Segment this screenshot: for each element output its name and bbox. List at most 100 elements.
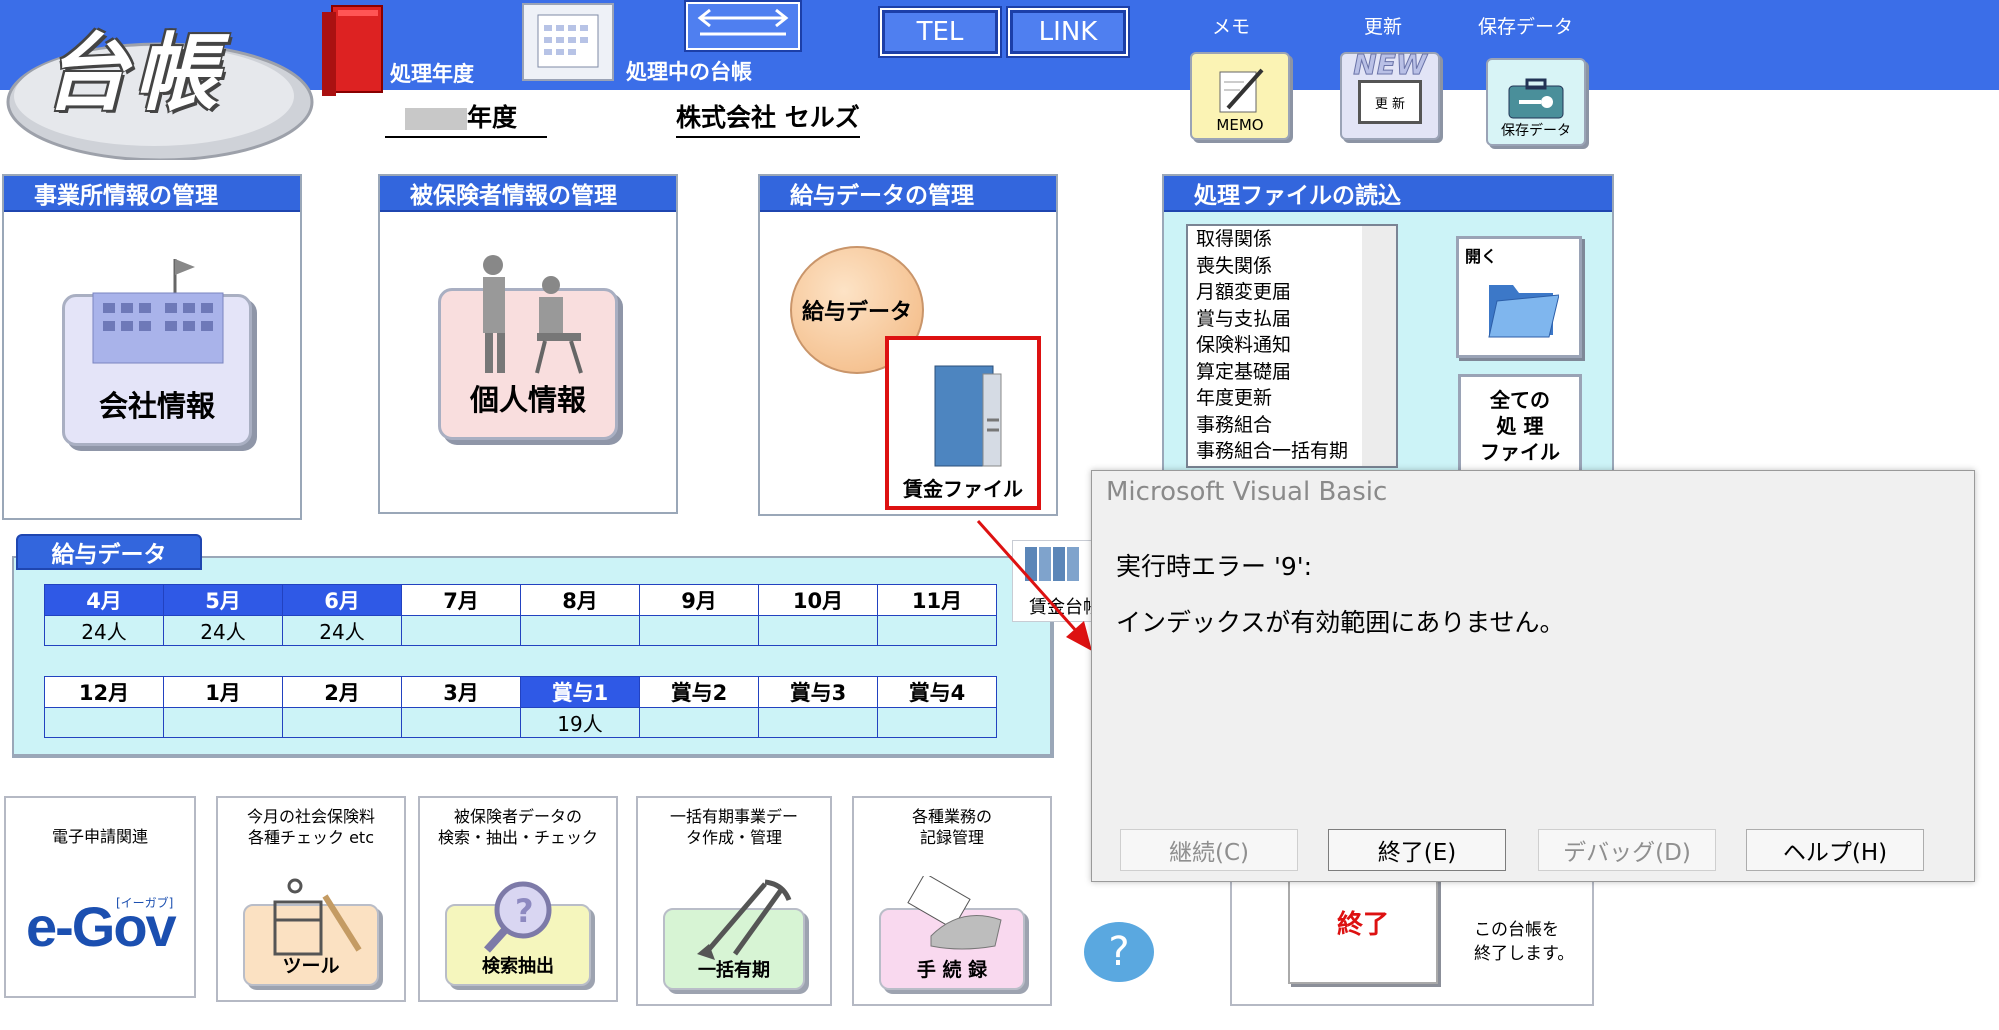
link-button[interactable]: LINK [1008,8,1128,56]
exit-label: 終了 [1336,910,1389,940]
swap-arrows-icon [697,8,789,36]
end-button[interactable]: 終了(E) [1328,829,1506,871]
all-files-button[interactable]: 全ての 処 理 ファイル [1458,374,1582,478]
search-tile[interactable]: 被保険者データの 検索・抽出・チェック ? 検索抽出 [418,796,618,1002]
month-cell[interactable]: 4月 [44,584,164,616]
headcount-cell [282,707,402,738]
svg-text:?: ? [515,892,534,930]
tools-icon [273,878,362,956]
e-gov-logo: [イーガブ] e-Gov [26,894,177,959]
redacted-year [405,108,467,130]
bonus-cell[interactable]: 賞与1 [520,676,640,708]
fiscal-year-label: 処理年度 [390,62,474,86]
e-gov-tile[interactable]: 電子申請関連 [イーガブ] e-Gov [4,796,196,998]
headcount-cell [877,707,997,738]
dialog-message: インデックスが有効範囲にありません。 [1116,608,1565,637]
wage-file-label: 賃金ファイル [903,477,1023,501]
insured-panel-title: 被保険者情報の管理 [380,176,676,212]
open-file-button[interactable]: 開く [1456,236,1582,358]
month-cell[interactable]: 9月 [639,584,759,616]
month-cell[interactable]: 3月 [401,676,521,708]
headcount-cell: 24人 [282,615,402,646]
dialog-error-line: 実行時エラー '9': [1116,552,1313,581]
dialog-help-button[interactable]: ヘルプ(H) [1746,829,1924,871]
month-cell[interactable]: 10月 [758,584,878,616]
headcount-cell: 24人 [44,615,164,646]
briefcase-key-icon [1508,78,1564,119]
headcount-cell [44,707,164,738]
company-name: 株式会社 セルズ [676,98,860,138]
bulk-term-button[interactable]: 一括有期 [663,879,805,990]
bonus-cell[interactable]: 賞与4 [877,676,997,708]
open-file-label: 開く [1465,247,1498,266]
memo-label: メモ [1212,16,1251,38]
wage-file-button[interactable]: 賃金ファイル [885,336,1041,510]
month-cell[interactable]: 7月 [401,584,521,616]
salary-data-label: 給与データ [801,300,912,325]
file-type-list[interactable]: 取得関係 喪失関係 月額変更届 賞与支払届 保険料通知 算定基礎届 年度更新 事… [1186,224,1398,468]
headcount-cell [758,707,878,738]
month-cell[interactable]: 2月 [282,676,402,708]
switch-ledger-button[interactable] [686,2,800,50]
search-extract-label: 検索抽出 [482,956,554,977]
update-button[interactable]: NEW 更 新 [1340,48,1440,140]
month-cell[interactable]: 5月 [163,584,283,616]
file-loader-title: 処理ファイルの読込 [1164,176,1612,212]
month-cell[interactable]: 12月 [44,676,164,708]
month-cell[interactable]: 1月 [163,676,283,708]
debug-button[interactable]: デバッグ(D) [1538,829,1716,871]
salary-table-row2: 12月 1月 2月 3月 賞与1 賞与2 賞与3 賞与4 19人 [44,676,997,738]
headcount-cell [401,615,521,646]
e-gov-sub: [イーガブ] [116,896,174,910]
all-files-label: 全ての 処 理 ファイル [1480,388,1560,464]
tile-title: 被保険者データの 検索・抽出・チェック [437,807,598,847]
tools-label: ツール [282,955,340,977]
tools-tile[interactable]: 今月の社会保険料 各種チェック etc ツール [216,796,406,1002]
fiscal-year-suffix: 年度 [467,103,518,132]
tile-title: 各種業務の 記録管理 [911,807,992,847]
people-icon [483,255,583,374]
records-tile[interactable]: 各種業務の 記録管理 手 続 録 [852,796,1052,1006]
bulk-term-label: 一括有期 [698,960,770,981]
company-info-button[interactable]: 会社情報 [62,259,252,446]
file-loader-panel: 処理ファイルの読込 取得関係 喪失関係 月額変更届 賞与支払届 保険料通知 算定… [1162,174,1614,478]
calendar-icon[interactable] [522,3,614,81]
update-new-badge: NEW [1353,48,1427,82]
help-question-icon: ? [1108,929,1130,975]
personal-info-button[interactable]: 個人情報 [438,255,618,440]
update-icon-caption: 更 新 [1374,96,1406,112]
exit-description: この台帳を 終了します。 [1474,920,1575,964]
company-info-label: 会社情報 [98,389,215,423]
memo-button[interactable]: MEMO [1190,52,1290,140]
office-panel: 事業所情報の管理 会社情報 [2,174,302,520]
fiscal-year-value: 年度 [385,98,548,138]
tile-title: 一括有期事業デー タ作成・管理 [669,807,798,847]
procedure-records-label: 手 続 録 [916,959,988,981]
shovel-pickaxe-icon [697,879,792,960]
month-cell[interactable]: 8月 [520,584,640,616]
exit-button[interactable]: 終了 [1288,872,1438,984]
continue-button[interactable]: 継続(C) [1120,829,1298,871]
exit-section: 終了 この台帳を 終了します。 [1230,870,1594,1006]
salary-table-row1: 4月 5月 6月 7月 8月 9月 10月 11月 24人 24人 24人 [44,584,997,646]
list-scrollbar[interactable] [1362,226,1396,466]
saved-data-icon-caption: 保存データ [1501,123,1571,139]
salary-data-tab: 給与データ [16,534,202,570]
search-extract-button[interactable]: ? 検索抽出 [445,881,591,986]
office-building-icon [92,259,224,364]
app-logo-text: 台帳 [44,24,225,122]
office-panel-title: 事業所情報の管理 [4,176,300,212]
tel-button[interactable]: TEL [880,8,1000,56]
bonus-cell[interactable]: 賞与3 [758,676,878,708]
saved-data-button[interactable]: 保存データ [1486,58,1586,146]
current-ledger-label: 処理中の台帳 [626,60,752,84]
month-cell[interactable]: 6月 [282,584,402,616]
bonus-cell[interactable]: 賞与2 [639,676,759,708]
help-button[interactable]: ? [1084,922,1154,982]
procedure-records-button[interactable]: 手 続 録 [879,876,1025,990]
tools-button[interactable]: ツール [243,878,379,986]
open-folder-icon [1488,285,1559,338]
headcount-cell [639,615,759,646]
app-logo: 台帳 [4,4,316,162]
bulk-term-tile[interactable]: 一括有期事業デー タ作成・管理 一括有期 [636,796,832,1006]
